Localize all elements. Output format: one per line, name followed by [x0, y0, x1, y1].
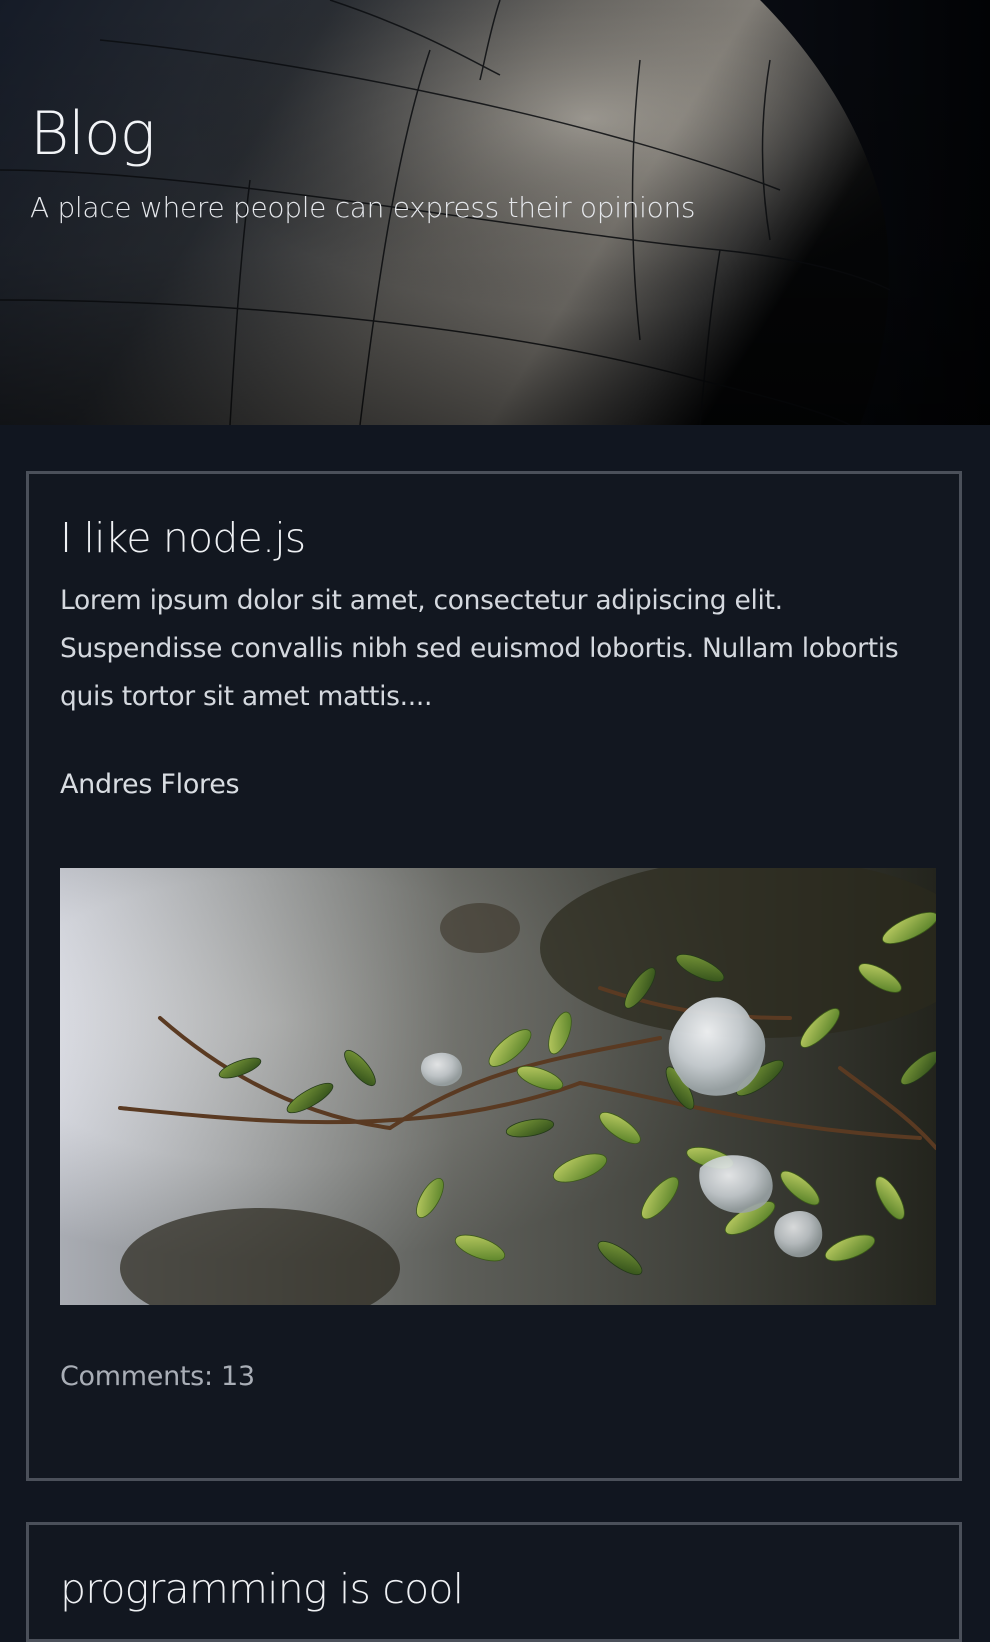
blog-subtitle: A place where people can express their o…	[30, 191, 696, 224]
post-comments-count[interactable]: Comments: 13	[60, 1359, 255, 1394]
post-card[interactable]: I like node.js Lorem ipsum dolor sit ame…	[26, 471, 962, 1481]
post-title[interactable]: programming is cool	[60, 1565, 464, 1614]
post-image	[60, 868, 936, 1305]
post-excerpt: Lorem ipsum dolor sit amet, consectetur …	[60, 585, 899, 712]
blog-hero-header: Blog A place where people can express th…	[0, 0, 990, 425]
post-author: Andres Flores	[60, 769, 240, 800]
post-card[interactable]: programming is cool	[26, 1522, 962, 1642]
post-title[interactable]: I like node.js	[60, 514, 306, 563]
blog-title: Blog	[30, 99, 156, 169]
